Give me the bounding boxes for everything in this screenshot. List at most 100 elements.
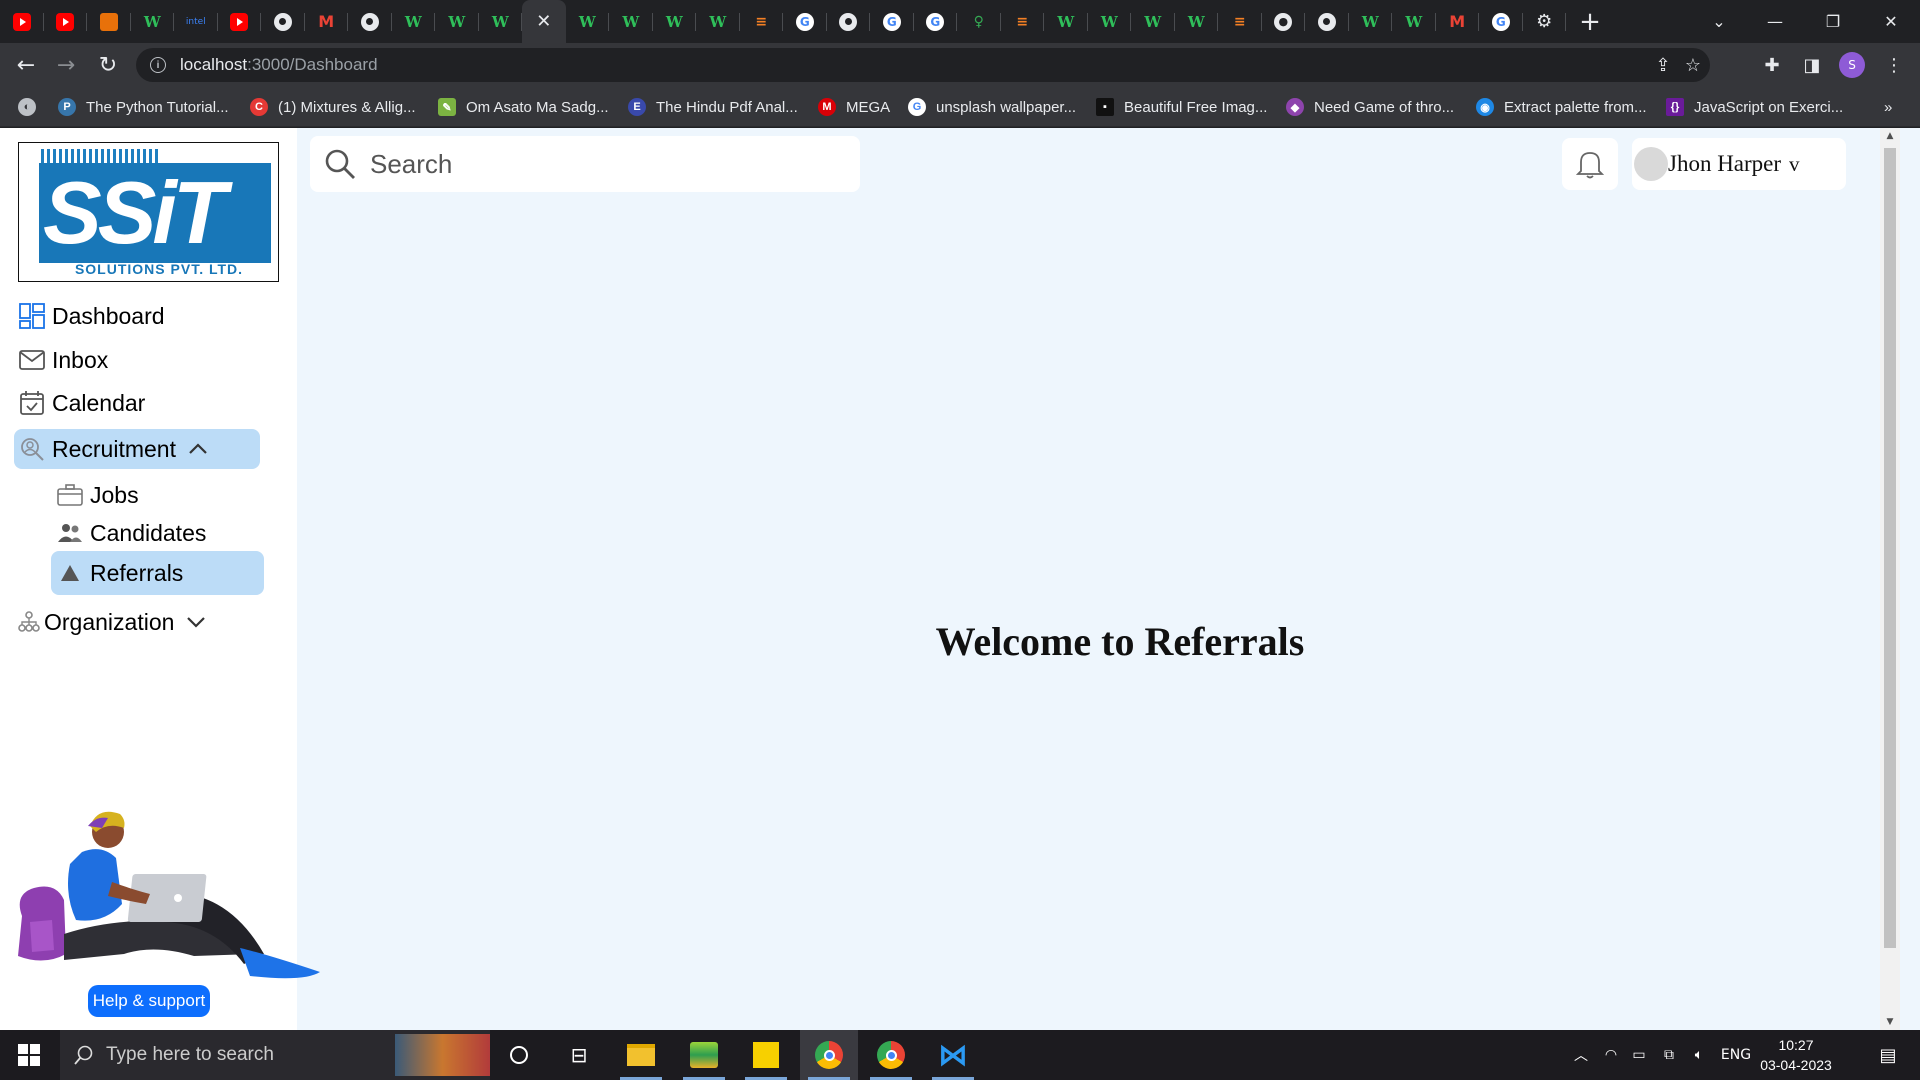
notification-center-icon[interactable]: ▤ xyxy=(1864,1030,1912,1080)
tab[interactable]: W xyxy=(1349,0,1393,43)
user-menu-caret[interactable]: v xyxy=(1789,152,1800,177)
tab[interactable]: W xyxy=(131,0,175,43)
tab[interactable]: ≡ xyxy=(1218,0,1262,43)
bookmarks-overflow-icon[interactable]: » xyxy=(1884,87,1892,127)
tray-overflow-icon[interactable]: ︿ xyxy=(1568,1030,1594,1080)
new-tab-button[interactable]: + xyxy=(1570,7,1610,37)
tab[interactable] xyxy=(0,0,44,43)
bookmark-item[interactable]: ✎ Om Asato Ma Sadg... xyxy=(438,87,609,127)
tab[interactable]: W xyxy=(609,0,653,43)
sidebar-subitem-jobs[interactable]: Jobs xyxy=(56,478,139,512)
tab[interactable]: G xyxy=(914,0,958,43)
search-input[interactable] xyxy=(370,148,840,180)
bookmark-item[interactable]: P The Python Tutorial... xyxy=(58,87,229,127)
battery-icon[interactable]: ▭ xyxy=(1626,1030,1652,1080)
sidebar-item-dashboard[interactable]: Dashboard xyxy=(18,298,165,334)
url-text[interactable]: localhost:3000/Dashboard xyxy=(180,55,378,75)
close-window-button[interactable]: ✕ xyxy=(1868,0,1914,43)
tab[interactable]: M xyxy=(305,0,349,43)
tab[interactable] xyxy=(44,0,88,43)
bluestacks-icon[interactable] xyxy=(675,1030,733,1080)
sidebar-item-inbox[interactable]: Inbox xyxy=(18,342,108,378)
tab[interactable]: ⚙ xyxy=(1523,0,1567,43)
tab[interactable] xyxy=(261,0,305,43)
tab[interactable]: ≡ xyxy=(1001,0,1045,43)
tab[interactable] xyxy=(87,0,131,43)
volume-icon[interactable]: 🔈︎ xyxy=(1686,1030,1712,1080)
page-scrollbar[interactable]: ▲ ▼ xyxy=(1880,128,1900,1030)
sidebar-subitem-candidates[interactable]: Candidates xyxy=(56,516,206,550)
bookmark-item[interactable]: M MEGA xyxy=(818,87,890,127)
tab[interactable]: ♀ xyxy=(957,0,1001,43)
sticky-notes-icon[interactable] xyxy=(737,1030,795,1080)
side-panel-icon[interactable]: ◨ xyxy=(1794,43,1830,87)
tab[interactable]: G xyxy=(870,0,914,43)
chevron-down-icon[interactable] xyxy=(186,615,206,629)
apps-icon[interactable]: ◐ xyxy=(18,87,46,127)
close-icon[interactable]: ✕ xyxy=(536,11,551,32)
reload-icon[interactable]: ↻ xyxy=(90,43,126,87)
tab[interactable]: ≡ xyxy=(740,0,784,43)
scroll-thumb[interactable] xyxy=(1884,148,1896,948)
help-support-button[interactable]: Help & support xyxy=(88,985,210,1017)
tab[interactable] xyxy=(348,0,392,43)
bookmark-item[interactable]: ▪ Beautiful Free Imag... xyxy=(1096,87,1267,127)
tab[interactable]: G xyxy=(783,0,827,43)
tab[interactable]: W xyxy=(1131,0,1175,43)
tab[interactable]: ● xyxy=(1262,0,1306,43)
share-icon[interactable]: ⇪ xyxy=(1648,48,1678,82)
sidebar-item-organization[interactable]: Organization xyxy=(18,604,206,640)
tab[interactable]: W xyxy=(1088,0,1132,43)
tab[interactable] xyxy=(1305,0,1349,43)
bookmark-item[interactable]: C (1) Mixtures & Allig... xyxy=(250,87,416,127)
system-clock[interactable]: 10:27 03-04-2023 xyxy=(1756,1035,1836,1075)
language-indicator[interactable]: ENG xyxy=(1716,1030,1756,1080)
sidebar-item-recruitment[interactable]: Recruitment xyxy=(14,429,260,469)
file-explorer-icon[interactable] xyxy=(612,1030,670,1080)
company-logo[interactable]: SSiT SOLUTIONS PVT. LTD. xyxy=(18,142,279,282)
start-button[interactable] xyxy=(0,1030,58,1080)
tab[interactable] xyxy=(827,0,871,43)
tab-active[interactable]: ✕ xyxy=(522,0,566,43)
extensions-icon[interactable]: ✚ xyxy=(1754,43,1790,87)
tab[interactable]: W xyxy=(566,0,610,43)
address-bar[interactable]: i localhost:3000/Dashboard ⇪ ☆ xyxy=(136,48,1710,82)
vscode-icon[interactable]: ⋈ xyxy=(924,1030,982,1080)
restore-button[interactable]: ❐ xyxy=(1810,0,1856,43)
bookmark-item[interactable]: ◆ Need Game of thro... xyxy=(1286,87,1454,127)
display-icon[interactable]: ⧉ xyxy=(1656,1030,1682,1080)
notifications-button[interactable] xyxy=(1562,138,1618,190)
scroll-down-icon[interactable]: ▼ xyxy=(1880,1014,1900,1030)
chrome-profile-icon[interactable] xyxy=(862,1030,920,1080)
tab[interactable]: M xyxy=(1436,0,1480,43)
site-info-icon[interactable]: i xyxy=(150,57,166,73)
minimize-button[interactable]: — xyxy=(1752,0,1798,43)
tab[interactable]: W xyxy=(435,0,479,43)
network-icon[interactable]: ◠ xyxy=(1598,1030,1624,1080)
tab-search-icon[interactable]: ⌄ xyxy=(1696,0,1742,43)
tab[interactable]: intel xyxy=(174,0,218,43)
search-bar[interactable] xyxy=(310,136,860,192)
user-menu[interactable]: Jhon Harper v xyxy=(1632,138,1846,190)
chevron-up-icon[interactable] xyxy=(188,442,208,456)
cortana-icon[interactable] xyxy=(490,1030,548,1080)
tab[interactable]: W xyxy=(696,0,740,43)
tab[interactable]: W xyxy=(1392,0,1436,43)
taskbar-search[interactable]: Type here to search xyxy=(60,1030,490,1080)
tab[interactable]: G xyxy=(1479,0,1523,43)
bookmark-item[interactable]: ◉ Extract palette from... xyxy=(1476,87,1647,127)
task-view-icon[interactable]: ⊟ xyxy=(550,1030,608,1080)
tab[interactable]: W xyxy=(392,0,436,43)
back-arrow-icon[interactable]: ← xyxy=(8,43,44,87)
bookmark-item[interactable]: Gunsplash wallpaper... xyxy=(908,87,1076,127)
menu-kebab-icon[interactable]: ⋮ xyxy=(1876,43,1912,87)
bookmark-item[interactable]: {} JavaScript on Exerci... xyxy=(1666,87,1843,127)
profile-button[interactable]: S xyxy=(1834,43,1870,87)
scroll-up-icon[interactable]: ▲ xyxy=(1880,128,1900,144)
tab[interactable]: W xyxy=(653,0,697,43)
tab[interactable]: W xyxy=(1044,0,1088,43)
bookmark-star-icon[interactable]: ☆ xyxy=(1678,48,1708,82)
tab[interactable] xyxy=(218,0,262,43)
forward-arrow-icon[interactable]: → xyxy=(48,43,84,87)
tab[interactable]: W xyxy=(479,0,523,43)
